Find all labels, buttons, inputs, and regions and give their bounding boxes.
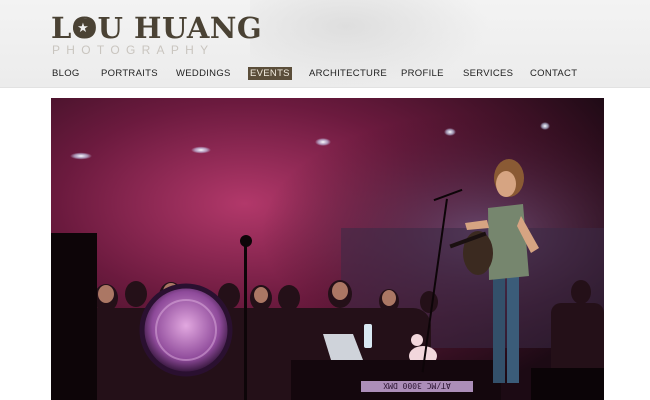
nav-item-blog[interactable]: BLOG xyxy=(52,67,80,80)
nav-item-contact[interactable]: CONTACT xyxy=(530,67,577,80)
nav-item-weddings[interactable]: WEDDINGS xyxy=(176,67,231,80)
nav-item-events[interactable]: EVENTS xyxy=(248,67,292,80)
concert-photo-illustration: AT/MC 3000 DMX xyxy=(51,98,604,400)
nav-item-architecture[interactable]: ARCHITECTURE xyxy=(309,67,387,80)
main-navigation: BLOG PORTRAITS WEDDINGS EVENTS ARCHITECT… xyxy=(0,67,650,81)
nav-item-services[interactable]: SERVICES xyxy=(463,67,513,80)
keyboard-label: AT/MC 3000 DMX xyxy=(383,381,451,390)
site-header: LOU HUANG ★ PHOTOGRAPHY BLOG PORTRAITS W… xyxy=(0,0,650,88)
logo-star-icon: ★ xyxy=(73,18,93,38)
site-logo[interactable]: LOU HUANG ★ PHOTOGRAPHY xyxy=(51,12,262,58)
featured-photo[interactable]: AT/MC 3000 DMX xyxy=(51,98,604,400)
logo-tagline: PHOTOGRAPHY xyxy=(52,43,215,57)
nav-item-portraits[interactable]: PORTRAITS xyxy=(101,67,158,80)
nav-item-profile[interactable]: PROFILE xyxy=(401,67,444,80)
